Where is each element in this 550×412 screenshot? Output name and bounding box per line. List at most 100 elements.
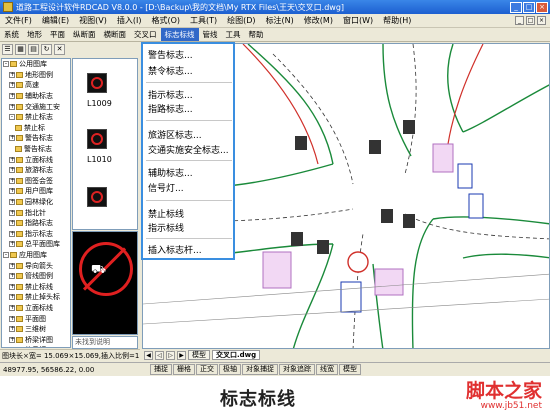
menu-file[interactable]: 文件(F) xyxy=(0,15,37,26)
expand-icon[interactable]: + xyxy=(9,156,15,163)
library-save-icon[interactable]: ▤ xyxy=(28,44,39,55)
prev-tab-icon[interactable]: ◁ xyxy=(155,350,164,360)
close-button[interactable]: × xyxy=(536,1,548,13)
tree-node[interactable]: + 辅助标志 xyxy=(2,91,70,102)
expand-icon[interactable]: + xyxy=(9,220,15,227)
menu-item-guide-signs[interactable]: 指路标志... xyxy=(148,102,193,115)
menu-format[interactable]: 格式(O) xyxy=(146,15,185,26)
library-close-icon[interactable]: ✕ xyxy=(54,44,65,55)
tree-node[interactable]: + 管线图例 xyxy=(2,271,70,282)
last-tab-icon[interactable]: ▶ xyxy=(177,350,186,360)
expand-icon[interactable]: + xyxy=(9,336,15,343)
thumb-l1010[interactable] xyxy=(87,129,107,149)
tree-node[interactable]: 警告标志 xyxy=(2,144,70,155)
toggle-otrack[interactable]: 对象追踪 xyxy=(279,364,315,375)
doc-close-button[interactable]: × xyxy=(537,16,546,25)
menu-item-signal-lights[interactable]: 信号灯... xyxy=(148,181,184,194)
expand-icon[interactable]: + xyxy=(10,347,15,348)
menu-item-safety-signs[interactable]: 交通实施安全标志... xyxy=(148,143,229,156)
menu-item-prohibition-markings[interactable]: 禁止标线 xyxy=(148,207,184,220)
menu-draw[interactable]: 绘图(D) xyxy=(222,15,260,26)
tree-node[interactable]: - 禁止标志 xyxy=(2,112,70,123)
tab-tools[interactable]: 工具 xyxy=(222,28,245,41)
tree-node[interactable]: + 信号灯 xyxy=(2,345,70,348)
expand-icon[interactable]: + xyxy=(9,262,15,269)
toggle-snap[interactable]: 捕捉 xyxy=(150,364,172,375)
tree-node[interactable]: + 禁止掉头标 xyxy=(2,292,70,303)
tree-node[interactable]: + 指北针 xyxy=(2,207,70,218)
menu-window[interactable]: 窗口(W) xyxy=(338,15,378,26)
expand-icon[interactable]: + xyxy=(9,283,15,290)
tree-node[interactable]: + 图签会签 xyxy=(2,176,70,187)
expand-icon[interactable]: + xyxy=(9,167,15,174)
expand-icon[interactable]: + xyxy=(9,326,15,333)
first-tab-icon[interactable]: ◀ xyxy=(144,350,153,360)
collapse-icon[interactable]: - xyxy=(9,114,15,121)
toggle-model[interactable]: 模型 xyxy=(339,364,361,375)
tree-node[interactable]: + 立面标线 xyxy=(2,154,70,165)
menu-dimension[interactable]: 标注(N) xyxy=(261,15,299,26)
tab-pipeline[interactable]: 管线 xyxy=(199,28,222,41)
tree-node[interactable]: + 指示标志 xyxy=(2,229,70,240)
tree-node[interactable]: 禁止标 xyxy=(2,123,70,134)
menu-insert[interactable]: 插入(I) xyxy=(112,15,147,26)
toggle-osnap[interactable]: 对象捕捉 xyxy=(242,364,278,375)
tree-node[interactable]: + 地形图例 xyxy=(2,70,70,81)
expand-icon[interactable]: + xyxy=(9,103,15,110)
expand-icon[interactable]: + xyxy=(9,199,15,206)
toggle-ortho[interactable]: 正交 xyxy=(196,364,218,375)
tab-signs-markings[interactable]: 标志标线 xyxy=(160,28,199,41)
menu-modify[interactable]: 修改(M) xyxy=(299,15,338,26)
menu-tools[interactable]: 工具(T) xyxy=(185,15,222,26)
tab-system[interactable]: 系统 xyxy=(0,28,23,41)
expand-icon[interactable]: + xyxy=(9,188,15,195)
tree-node[interactable]: - 应用图库 xyxy=(2,250,70,261)
next-tab-icon[interactable]: ▷ xyxy=(166,350,175,360)
menu-view[interactable]: 视图(V) xyxy=(74,15,112,26)
tab-drawing-file[interactable]: 交叉口.dwg xyxy=(212,350,261,360)
tree-node[interactable]: + 平面图 xyxy=(2,313,70,324)
thumb-l1009[interactable] xyxy=(87,73,107,93)
tab-profile[interactable]: 纵断面 xyxy=(69,28,100,41)
library-tree[interactable]: - 公用图库 + 地形图例 + 高速 + 辅助标志 + 交通施工安 - 禁止标志 禁止标 + 警告标志 警告标… xyxy=(1,58,71,348)
tab-terrain[interactable]: 地形 xyxy=(23,28,46,41)
minimize-button[interactable]: _ xyxy=(510,1,522,13)
menu-item-insert-sign-pole[interactable]: 插入标志杆... xyxy=(148,243,202,256)
expand-icon[interactable]: + xyxy=(9,273,15,280)
menu-help[interactable]: 帮助(H) xyxy=(378,15,416,26)
expand-icon[interactable]: + xyxy=(9,241,15,248)
expand-icon[interactable]: + xyxy=(9,294,15,301)
menu-item-indication-markings[interactable]: 指示标线 xyxy=(148,221,184,234)
tree-node[interactable]: + 园林绿化 xyxy=(2,197,70,208)
thumb-next[interactable] xyxy=(87,187,107,207)
menu-item-tourist-signs[interactable]: 旅游区标志... xyxy=(148,128,202,141)
library-refresh-icon[interactable]: ↻ xyxy=(41,44,52,55)
tree-node[interactable]: + 用户图库 xyxy=(2,186,70,197)
library-grid-icon[interactable]: ▦ xyxy=(15,44,26,55)
tree-node[interactable]: + 禁止标线 xyxy=(2,281,70,292)
expand-icon[interactable]: + xyxy=(9,135,15,142)
toggle-lineweight[interactable]: 线宽 xyxy=(316,364,338,375)
tree-node[interactable]: + 总平面图库 xyxy=(2,239,70,250)
tree-node[interactable]: + 桥梁详图 xyxy=(2,334,70,345)
toggle-grid[interactable]: 栅格 xyxy=(173,364,195,375)
tab-help[interactable]: 帮助 xyxy=(245,28,268,41)
tree-node[interactable]: + 立面标线 xyxy=(2,303,70,314)
tree-node[interactable]: + 警告标志 xyxy=(2,133,70,144)
menu-edit[interactable]: 编辑(E) xyxy=(37,15,74,26)
maximize-button[interactable]: □ xyxy=(523,1,535,13)
expand-icon[interactable]: + xyxy=(9,71,15,78)
menu-item-warning-signs[interactable]: 警告标志... xyxy=(148,48,193,61)
tree-node[interactable]: + 高速 xyxy=(2,80,70,91)
tab-plan[interactable]: 平面 xyxy=(46,28,69,41)
tree-node[interactable]: + 指路标志 xyxy=(2,218,70,229)
tree-node[interactable]: + 导向箭头 xyxy=(2,260,70,271)
tree-node[interactable]: - 公用图库 xyxy=(2,59,70,70)
tab-intersection[interactable]: 交叉口 xyxy=(130,28,161,41)
tree-node[interactable]: + 三维树 xyxy=(2,324,70,335)
toggle-polar[interactable]: 极轴 xyxy=(219,364,241,375)
collapse-icon[interactable]: - xyxy=(3,61,9,68)
expand-icon[interactable]: + xyxy=(9,209,15,216)
expand-icon[interactable]: + xyxy=(9,93,15,100)
expand-icon[interactable]: + xyxy=(9,304,15,311)
